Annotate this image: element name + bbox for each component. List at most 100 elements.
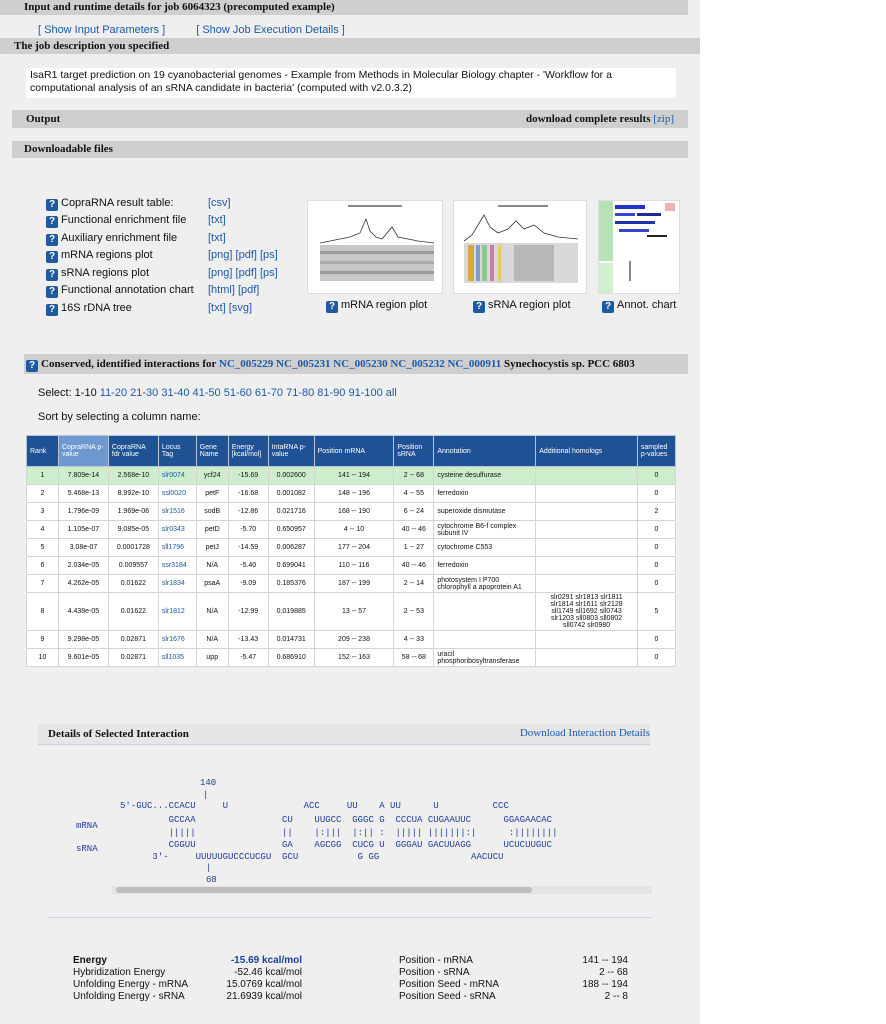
help-icon[interactable]: ?: [46, 199, 58, 211]
table-row[interactable]: 2 5.468e-13 8.992e-10 ssl0020 petF -16.68 0.00…: [26, 484, 677, 503]
table-row[interactable]: 3 1.796e-09 1.969e-06 slr1516 sodB -12.86 0.02…: [26, 502, 677, 521]
scrollbar-thumb[interactable]: [116, 887, 532, 893]
cell-energy: -12.99: [227, 592, 269, 631]
download-formats[interactable]: [html] [pdf]: [208, 284, 259, 296]
cell-gene-name: petF: [195, 484, 229, 503]
cell-locus-tag[interactable]: slr1812: [157, 592, 197, 631]
col-copra-pvalue[interactable]: CopraRNA p-value: [57, 435, 109, 467]
help-icon[interactable]: ?: [46, 251, 58, 263]
job-title: Input and runtime details for job 606432…: [24, 1, 335, 13]
table-row[interactable]: 7 4.262e-05 0.01622 slr1834 psaA -9.09 0.18537…: [26, 574, 677, 593]
cell-position-srna: 2 -- 14: [393, 574, 435, 593]
annotation-chart-caption: ? Annot. chart: [602, 299, 676, 313]
table-row[interactable]: 10 9.601e-05 0.02871 sll1035 upp -5.47 0.68691…: [26, 648, 677, 667]
col-copra-fdr[interactable]: CopraRNA fdr value: [107, 435, 159, 467]
cell-locus-tag[interactable]: sll1796: [157, 538, 197, 557]
cell-gene-name: psaA: [195, 574, 229, 593]
cell-copra-fdr: 0.02871: [107, 648, 159, 667]
cell-rank: 7: [26, 574, 59, 593]
col-rank[interactable]: Rank: [26, 435, 59, 467]
select-range-links[interactable]: 11-20 21-30 31-40 41-50 51-60 61-70 71-8…: [100, 387, 397, 399]
conserved-prefix: Conserved, identified interactions for: [41, 358, 217, 370]
cell-copra-pvalue: 4.262e-05: [57, 574, 109, 593]
table-row[interactable]: 4 1.105e-07 9.085e-05 slr0343 petD -5.70 0.650…: [26, 520, 677, 539]
show-execution-link[interactable]: [ Show Job Execution Details ]: [196, 24, 345, 36]
help-icon[interactable]: ?: [26, 360, 38, 372]
col-intarna-pvalue[interactable]: IntaRNA p-value: [267, 435, 315, 467]
table-row[interactable]: 8 4.438e-05 0.01622 slr1812 N/A -12.99 0.01988…: [26, 592, 677, 631]
position-mrna-label: Position - mRNA: [399, 955, 473, 966]
unfolding-srna-label: Unfolding Energy - sRNA: [73, 991, 185, 1002]
cell-gene-name: petD: [195, 520, 229, 539]
genome-ids-link[interactable]: NC_005229 NC_005231 NC_005230 NC_005232 …: [219, 358, 501, 370]
col-gene-name[interactable]: Gene Name: [195, 435, 229, 467]
cell-position-mrna: 168 -- 190: [313, 502, 395, 521]
download-results: download complete results [zip]: [526, 110, 674, 128]
col-energy[interactable]: Energy [kcal/mol]: [227, 435, 269, 467]
cell-locus-tag[interactable]: slr1676: [157, 630, 197, 649]
cell-copra-fdr: 0.01622: [107, 592, 159, 631]
cell-position-mrna: 13 -- 57: [313, 592, 395, 631]
table-row[interactable]: 6 2.034e-05 0.009557 ssr3184 N/A -5.40 0.69904…: [26, 556, 677, 575]
seed-mrna-label: Position Seed - mRNA: [399, 979, 500, 990]
cell-gene-name: N/A: [195, 592, 229, 631]
download-formats[interactable]: [png] [pdf] [ps]: [208, 249, 278, 261]
download-formats[interactable]: [csv]: [208, 197, 231, 209]
cell-locus-tag[interactable]: slr0074: [157, 466, 197, 485]
cell-locus-tag[interactable]: slr1516: [157, 502, 197, 521]
cell-sampled-pvalues: 0: [636, 484, 677, 503]
help-icon[interactable]: ?: [46, 286, 58, 298]
col-position-srna[interactable]: Position sRNA: [393, 435, 435, 467]
cell-additional-homologs: [535, 520, 638, 539]
cell-locus-tag[interactable]: ssr3184: [157, 556, 197, 575]
cell-rank: 9: [26, 630, 59, 649]
downloadable-heading: Downloadable files: [24, 143, 113, 155]
download-interaction-link[interactable]: Download Interaction Details: [520, 727, 650, 739]
hybridization-value: -52.46 kcal/mol: [234, 967, 302, 978]
col-additional-homologs[interactable]: Additional homologs: [535, 435, 638, 467]
col-annotation[interactable]: Annotation: [433, 435, 537, 467]
mrna-region-plot-thumbnail[interactable]: [307, 200, 443, 294]
cell-annotation: photosystem I P700 chlorophyll a apoprot…: [433, 574, 537, 593]
download-formats[interactable]: [txt]: [208, 214, 226, 226]
help-icon[interactable]: ?: [602, 301, 614, 313]
cell-locus-tag[interactable]: slr0343: [157, 520, 197, 539]
download-formats[interactable]: [txt] [svg]: [208, 302, 252, 314]
help-icon[interactable]: ?: [46, 216, 58, 228]
cell-intarna-pvalue: 0.699041: [267, 556, 315, 575]
download-row-functional-enrichment: ? Functional enrichment file [txt]: [46, 214, 296, 231]
help-icon[interactable]: ?: [46, 304, 58, 316]
table-row[interactable]: 1 7.809e-14 2.568e-10 slr0074 ycf24 -15.69 0.0…: [26, 466, 677, 485]
col-locus-tag[interactable]: Locus Tag: [157, 435, 197, 467]
annotation-chart-thumbnail[interactable]: [598, 200, 680, 294]
position-bottom: 68: [206, 875, 217, 885]
help-icon[interactable]: ?: [473, 301, 485, 313]
col-position-mrna[interactable]: Position mRNA: [313, 435, 395, 467]
table-row[interactable]: 5 3.08e-07 0.0001728 sll1796 petJ -14.59 0.006…: [26, 538, 677, 557]
zip-link[interactable]: [zip]: [653, 113, 674, 125]
cell-copra-pvalue: 9.601e-05: [57, 648, 109, 667]
position-srna-value: 2 -- 68: [599, 967, 628, 978]
download-formats[interactable]: [png] [pdf] [ps]: [208, 267, 278, 279]
cell-rank: 1: [26, 466, 59, 485]
cell-gene-name: N/A: [195, 556, 229, 575]
help-icon[interactable]: ?: [46, 234, 58, 246]
output-heading: Output: [26, 113, 61, 125]
cell-locus-tag[interactable]: sll1035: [157, 648, 197, 667]
cell-energy: -13.43: [227, 630, 269, 649]
table-row[interactable]: 9 9.298e-05 0.02871 slr1676 N/A -13.43 0.01473…: [26, 630, 677, 649]
energy-label: Energy: [73, 955, 107, 966]
help-icon[interactable]: ?: [46, 269, 58, 281]
help-icon[interactable]: ?: [326, 301, 338, 313]
alignment-scrollbar[interactable]: [112, 886, 652, 894]
cell-copra-pvalue: 7.809e-14: [57, 466, 109, 485]
cell-annotation: ferredoxin: [433, 556, 537, 575]
details-bar: Details of Selected Interaction Download…: [38, 724, 650, 745]
col-sampled-pvalues[interactable]: sampled p-values: [636, 435, 677, 467]
cell-locus-tag[interactable]: ssl0020: [157, 484, 197, 503]
cell-locus-tag[interactable]: slr1834: [157, 574, 197, 593]
cell-annotation: superoxide dismutase: [433, 502, 537, 521]
show-input-link[interactable]: [ Show Input Parameters ]: [38, 24, 165, 36]
download-formats[interactable]: [txt]: [208, 232, 226, 244]
srna-region-plot-thumbnail[interactable]: [453, 200, 587, 294]
